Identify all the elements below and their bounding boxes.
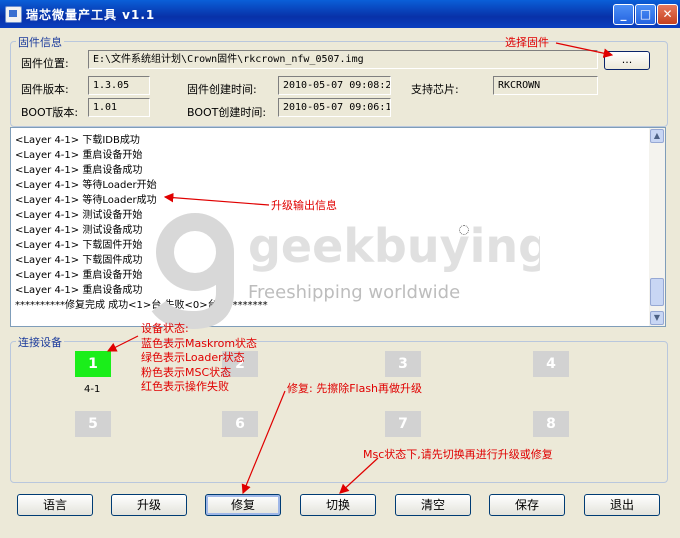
language-button[interactable]: 语言 bbox=[17, 494, 93, 516]
supported-chip-field: RKCROWN bbox=[493, 76, 598, 95]
device-slot-5[interactable]: 5 bbox=[75, 411, 111, 437]
firmware-create-time-label: 固件创建时间: bbox=[187, 83, 257, 96]
app-icon bbox=[5, 6, 22, 23]
scroll-down-icon[interactable]: ▼ bbox=[650, 311, 664, 325]
firmware-info-title: 固件信息 bbox=[16, 34, 64, 50]
annotation-msc-note: Msc状态下,请先切换再进行升级或修复 bbox=[363, 448, 553, 461]
boot-create-time-label: BOOT创建时间: bbox=[187, 106, 267, 119]
annotation-status-line: 绿色表示Loader状态 bbox=[141, 351, 245, 364]
supported-chip-label: 支持芯片: bbox=[411, 83, 459, 96]
log-line: <Layer 4-1> 重启设备成功 bbox=[15, 165, 143, 176]
busy-cursor-icon bbox=[459, 225, 469, 235]
upgrade-button[interactable]: 升级 bbox=[111, 494, 187, 516]
log-line: <Layer 4-1> 下载固件成功 bbox=[15, 255, 143, 266]
scroll-thumb[interactable] bbox=[650, 278, 664, 306]
close-button[interactable]: ✕ bbox=[657, 4, 678, 25]
log-line: <Layer 4-1> 下载IDB成功 bbox=[15, 135, 140, 146]
annotation-select-firmware: 选择固件 bbox=[505, 36, 549, 49]
firmware-version-field: 1.3.05 bbox=[88, 76, 150, 95]
log-line: <Layer 4-1> 等待Loader开始 bbox=[15, 180, 157, 191]
boot-version-label: BOOT版本: bbox=[21, 106, 79, 119]
log-line: <Layer 4-1> 等待Loader成功 bbox=[15, 195, 157, 206]
title-bar: 瑞芯微量产工具 v1.1 _ □ ✕ bbox=[0, 0, 680, 28]
device-slot-7[interactable]: 7 bbox=[385, 411, 421, 437]
exit-button[interactable]: 退出 bbox=[584, 494, 660, 516]
log-line: <Layer 4-1> 测试设备成功 bbox=[15, 225, 143, 236]
annotation-status-line: 红色表示操作失败 bbox=[141, 380, 229, 393]
browse-firmware-button[interactable]: ... bbox=[604, 51, 650, 70]
watermark-brand: geekbuying bbox=[248, 219, 540, 273]
switch-button[interactable]: 切换 bbox=[300, 494, 376, 516]
watermark-slogan: Freeshipping worldwide bbox=[248, 282, 460, 303]
repair-button[interactable]: 修复 bbox=[205, 494, 281, 516]
devices-group-title: 连接设备 bbox=[16, 334, 64, 350]
minimize-button[interactable]: _ bbox=[613, 4, 634, 25]
firmware-location-label: 固件位置: bbox=[21, 57, 69, 70]
boot-version-field: 1.01 bbox=[88, 98, 150, 117]
device-slot-8[interactable]: 8 bbox=[533, 411, 569, 437]
log-line: <Layer 4-1> 下载固件开始 bbox=[15, 240, 143, 251]
log-line: <Layer 4-1> 重启设备成功 bbox=[15, 285, 143, 296]
device-slot-1[interactable]: 1 bbox=[75, 351, 111, 377]
log-line: <Layer 4-1> 测试设备开始 bbox=[15, 210, 143, 221]
firmware-version-label: 固件版本: bbox=[21, 83, 69, 96]
maximize-button[interactable]: □ bbox=[635, 4, 656, 25]
annotation-device-status: 设备状态: 蓝色表示Maskrom状态 绿色表示Loader状态 粉色表示MSC… bbox=[141, 322, 257, 395]
firmware-location-field[interactable]: E:\文件系统组计划\Crown固件\rkcrown_nfw_0507.img bbox=[88, 50, 598, 69]
window-title: 瑞芯微量产工具 v1.1 bbox=[26, 8, 156, 22]
log-line: <Layer 4-1> 重启设备开始 bbox=[15, 150, 143, 161]
scroll-up-icon[interactable]: ▲ bbox=[650, 129, 664, 143]
annotation-status-line: 设备状态: bbox=[141, 322, 189, 335]
clear-button[interactable]: 清空 bbox=[395, 494, 471, 516]
annotation-output-info: 升级输出信息 bbox=[271, 199, 337, 212]
device-slot-6[interactable]: 6 bbox=[222, 411, 258, 437]
save-button[interactable]: 保存 bbox=[489, 494, 565, 516]
device-slot-3[interactable]: 3 bbox=[385, 351, 421, 377]
log-line: <Layer 4-1> 重启设备开始 bbox=[15, 270, 143, 281]
firmware-create-time-field: 2010-05-07 09:08:24 bbox=[278, 76, 391, 95]
device-slot-4[interactable]: 4 bbox=[533, 351, 569, 377]
device-slot-1-port: 4-1 bbox=[84, 384, 101, 395]
annotation-status-line: 蓝色表示Maskrom状态 bbox=[141, 336, 258, 350]
watermark-logo: geekbuying Freeshipping worldwide bbox=[151, 213, 540, 330]
annotation-status-line: 粉色表示MSC状态 bbox=[141, 365, 232, 379]
log-scrollbar[interactable]: ▲ ▼ bbox=[649, 128, 665, 326]
annotation-repair-note: 修复: 先擦除Flash再做升级 bbox=[287, 382, 423, 395]
boot-create-time-field: 2010-05-07 09:06:16 bbox=[278, 98, 391, 117]
